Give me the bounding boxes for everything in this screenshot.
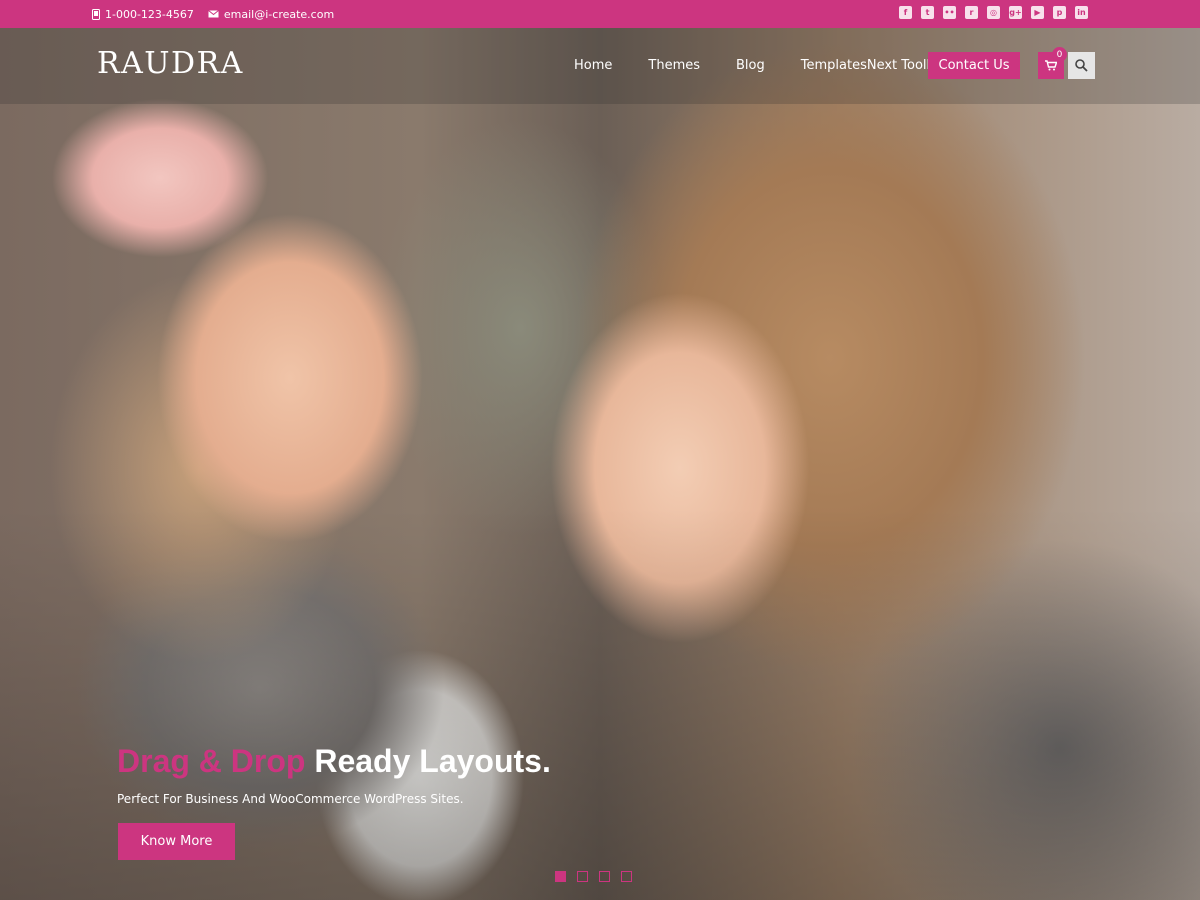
google-plus-icon[interactable]: g+ (1009, 6, 1022, 19)
hero-headline: Drag & Drop Ready Layouts. (117, 743, 551, 780)
phone-icon (92, 8, 100, 20)
main-nav: Home Themes Blog TemplatesNext Toolkit (574, 58, 943, 73)
flickr-icon[interactable]: •• (943, 6, 956, 19)
cart-count-badge: 0 (1052, 47, 1067, 62)
contact-info: 1-000-123-4567 email@i-create.com (92, 0, 334, 28)
site-logo[interactable]: RAUDRA (97, 46, 244, 81)
slider-dot-3[interactable] (599, 871, 610, 882)
youtube-icon[interactable]: ▶ (1031, 6, 1044, 19)
email-contact[interactable]: email@i-create.com (208, 8, 334, 21)
envelope-icon (208, 10, 219, 18)
rss-icon[interactable]: r (965, 6, 978, 19)
linkedin-icon[interactable]: in (1075, 6, 1088, 19)
pinterest-icon[interactable]: p (1053, 6, 1066, 19)
headline-rest: Ready Layouts. (314, 743, 551, 779)
phone-contact: 1-000-123-4567 (92, 8, 194, 21)
slider-dot-4[interactable] (621, 871, 632, 882)
hero-subtitle: Perfect For Business And WooCommerce Wor… (117, 792, 464, 806)
site-header: RAUDRA Home Themes Blog TemplatesNext To… (0, 28, 1200, 104)
know-more-button[interactable]: Know More (118, 823, 235, 860)
phone-number: 1-000-123-4567 (105, 7, 194, 21)
social-links: f t •• r ◎ g+ ▶ p in (899, 6, 1088, 19)
nav-item-themes[interactable]: Themes (648, 58, 700, 73)
cart-icon (1045, 60, 1057, 71)
nav-item-blog[interactable]: Blog (736, 58, 765, 73)
headline-accent: Drag & Drop (117, 743, 306, 779)
nav-item-toolkit[interactable]: TemplatesNext Toolkit (801, 58, 943, 73)
search-button[interactable] (1068, 52, 1095, 79)
email-address: email@i-create.com (223, 7, 335, 21)
slider-dot-2[interactable] (577, 871, 588, 882)
top-bar: 1-000-123-4567 email@i-create.com f t •• r ◎… (0, 0, 1200, 28)
search-icon (1075, 59, 1088, 72)
slider-dot-1[interactable] (555, 871, 566, 882)
instagram-icon[interactable]: ◎ (987, 6, 1000, 19)
twitter-icon[interactable]: t (921, 6, 934, 19)
slider-pagination (555, 871, 632, 882)
nav-item-home[interactable]: Home (574, 58, 612, 73)
contact-us-button[interactable]: Contact Us (928, 52, 1020, 79)
facebook-icon[interactable]: f (899, 6, 912, 19)
